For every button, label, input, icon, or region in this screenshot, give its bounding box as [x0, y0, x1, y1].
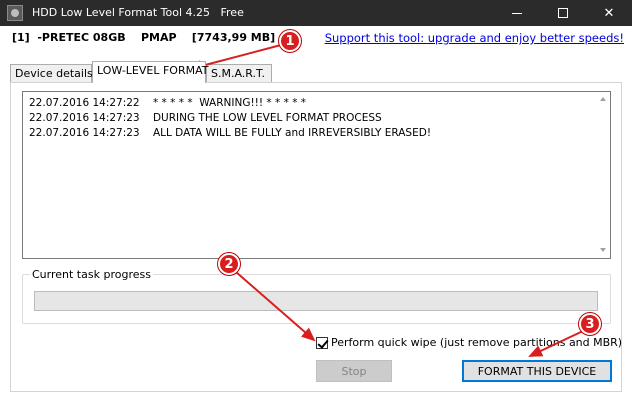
log-line: 22.07.2016 14:27:22 * * * * * WARNING!!!… [29, 97, 307, 109]
tab-low-level-format[interactable]: LOW-LEVEL FORMAT [92, 61, 208, 83]
minimize-button[interactable] [494, 0, 540, 26]
progress-bar [34, 291, 598, 311]
tab-smart[interactable]: S.M.A.R.T. [206, 64, 272, 82]
log-line: 22.07.2016 14:27:23 ALL DATA WILL BE FUL… [29, 127, 432, 139]
close-button[interactable]: ✕ [586, 0, 632, 26]
title-bar[interactable]: HDD Low Level Format Tool 4.25 Free ✕ [0, 0, 632, 26]
support-link[interactable]: Support this tool: upgrade and enjoy bet… [325, 31, 624, 45]
stop-button[interactable]: Stop [316, 360, 392, 382]
device-info: [1] -PRETEC 08GB PMAP [7743,99 MB] [12, 31, 276, 44]
log-output[interactable]: 22.07.2016 14:27:22 * * * * * WARNING!!!… [22, 91, 611, 259]
callout-badge: 1 [279, 30, 301, 52]
app-icon [7, 5, 23, 21]
minimize-icon [512, 12, 522, 14]
callout-badge: 2 [218, 253, 240, 275]
quick-wipe-label: Perform quick wipe (just remove partitio… [331, 336, 623, 349]
progress-label: Current task progress [30, 268, 153, 281]
scroll-down-icon[interactable] [600, 248, 606, 252]
scroll-up-icon[interactable] [600, 97, 606, 101]
window-title: HDD Low Level Format Tool 4.25 Free [32, 6, 244, 19]
log-line: 22.07.2016 14:27:23 DURING THE LOW LEVEL… [29, 112, 382, 124]
tab-device-details[interactable]: Device details [10, 64, 93, 82]
maximize-icon [558, 8, 568, 18]
quick-wipe-checkbox[interactable] [316, 336, 328, 349]
callout-badge: 3 [579, 313, 601, 335]
quick-wipe-option[interactable]: Perform quick wipe (just remove partitio… [316, 336, 622, 349]
close-icon: ✕ [603, 5, 615, 21]
maximize-button[interactable] [540, 0, 586, 26]
format-device-button[interactable]: FORMAT THIS DEVICE [462, 360, 612, 382]
